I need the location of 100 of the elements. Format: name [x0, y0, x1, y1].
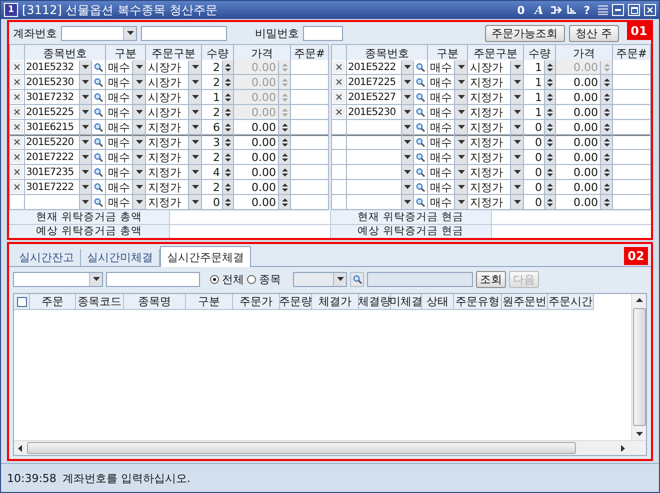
side-field[interactable]: 매수: [106, 195, 132, 209]
spin-button[interactable]: [223, 195, 233, 209]
dropdown-button[interactable]: [80, 105, 91, 119]
dropdown-button[interactable]: [80, 75, 91, 89]
side-field[interactable]: 매수: [428, 150, 454, 164]
spin-button[interactable]: [223, 165, 233, 179]
spin-button[interactable]: [223, 180, 233, 194]
tab[interactable]: 실시간잔고: [13, 249, 81, 266]
order-type-field[interactable]: 시장가: [146, 60, 188, 74]
radio-button[interactable]: [210, 274, 219, 284]
quantity-field[interactable]: 0: [202, 195, 222, 209]
scroll-left-icon[interactable]: [17, 444, 24, 452]
dropdown-button[interactable]: [133, 120, 145, 134]
search-button[interactable]: [414, 75, 427, 89]
menu-icon[interactable]: [598, 5, 608, 15]
quantity-field[interactable]: 3: [202, 135, 222, 149]
quantity-field[interactable]: 4: [202, 165, 222, 179]
side-field[interactable]: 매수: [428, 195, 454, 209]
quantity-field[interactable]: 1: [524, 75, 544, 89]
quantity-field[interactable]: 0: [524, 135, 544, 149]
dropdown-button[interactable]: [511, 135, 523, 149]
side-field[interactable]: 매수: [106, 75, 132, 89]
horizontal-scrollbar[interactable]: [14, 440, 646, 455]
side-field[interactable]: 매수: [106, 150, 132, 164]
side-field[interactable]: 매수: [428, 75, 454, 89]
tab[interactable]: 실시간주문체결: [160, 246, 251, 267]
quantity-field[interactable]: 2: [202, 150, 222, 164]
dropdown-button[interactable]: [80, 60, 91, 74]
spin-button[interactable]: [601, 150, 612, 164]
dropdown-button[interactable]: [511, 105, 523, 119]
side-field[interactable]: 매수: [428, 105, 454, 119]
search-button[interactable]: [92, 165, 105, 179]
dropdown-button[interactable]: [402, 60, 413, 74]
dropdown-button[interactable]: [133, 105, 145, 119]
symbol-field[interactable]: 301E7232: [25, 90, 79, 104]
account-name-field[interactable]: [106, 272, 200, 286]
dropdown-button[interactable]: [402, 180, 413, 194]
spin-button[interactable]: [223, 120, 233, 134]
price-field[interactable]: 0.00: [234, 135, 278, 149]
quantity-field[interactable]: 2: [202, 105, 222, 119]
symbol-field[interactable]: 201E7225: [347, 75, 401, 89]
dropdown-button[interactable]: [133, 165, 145, 179]
quantity-field[interactable]: 0: [524, 180, 544, 194]
link-icon[interactable]: [550, 5, 562, 15]
dropdown-button[interactable]: [402, 195, 413, 209]
spin-button[interactable]: [223, 135, 233, 149]
action-button[interactable]: 주문가능조회: [484, 24, 564, 42]
dropdown-button[interactable]: [189, 75, 201, 89]
symbol-field[interactable]: 201E5230: [25, 75, 79, 89]
toolbar-button[interactable]: 0: [514, 4, 528, 16]
spin-button[interactable]: [223, 150, 233, 164]
dropdown-button[interactable]: [80, 165, 91, 179]
spin-button[interactable]: [545, 120, 555, 134]
maximize-button[interactable]: [628, 4, 640, 16]
spin-button[interactable]: [545, 195, 555, 209]
price-field[interactable]: 0.00: [234, 165, 278, 179]
dropdown-button[interactable]: [133, 75, 145, 89]
quantity-field[interactable]: 0: [524, 165, 544, 179]
order-type-field[interactable]: 지정가: [146, 120, 188, 134]
search-button[interactable]: [92, 75, 105, 89]
order-type-field[interactable]: 지정가: [146, 165, 188, 179]
dropdown-button[interactable]: [189, 150, 201, 164]
order-type-field[interactable]: 지정가: [468, 165, 510, 179]
symbol-field[interactable]: [25, 195, 79, 209]
order-type-field[interactable]: 지정가: [468, 150, 510, 164]
search-button[interactable]: [92, 120, 105, 134]
symbol-field[interactable]: 201E5222: [347, 60, 401, 74]
quantity-field[interactable]: 1: [524, 105, 544, 119]
side-field[interactable]: 매수: [428, 165, 454, 179]
dropdown-button[interactable]: [189, 165, 201, 179]
dropdown-button[interactable]: [455, 180, 467, 194]
dropdown-button[interactable]: [80, 180, 91, 194]
dropdown-button[interactable]: [511, 120, 523, 134]
search-button[interactable]: [350, 272, 364, 286]
dropdown-button[interactable]: [133, 90, 145, 104]
quantity-field[interactable]: 1: [202, 90, 222, 104]
price-field[interactable]: 0.00: [556, 150, 600, 164]
search-button[interactable]: [92, 105, 105, 119]
dropdown-button[interactable]: [133, 60, 145, 74]
dropdown-button[interactable]: [511, 90, 523, 104]
search-button[interactable]: [414, 120, 427, 134]
price-field[interactable]: 0.00: [556, 195, 600, 209]
symbol-field[interactable]: 201E5230: [347, 105, 401, 119]
dropdown-button[interactable]: [402, 75, 413, 89]
dropdown-button[interactable]: [80, 135, 91, 149]
symbol-name-field[interactable]: [367, 272, 473, 286]
spin-button[interactable]: [545, 105, 555, 119]
spin-button[interactable]: [279, 165, 290, 179]
symbol-field[interactable]: 301E6215: [25, 120, 79, 134]
checkbox[interactable]: [16, 296, 26, 306]
search-button[interactable]: [414, 135, 427, 149]
spin-button[interactable]: [279, 135, 290, 149]
side-field[interactable]: 매수: [106, 120, 132, 134]
order-type-field[interactable]: 지정가: [146, 195, 188, 209]
symbol-field[interactable]: [347, 150, 401, 164]
spin-button[interactable]: [601, 165, 612, 179]
dropdown-button[interactable]: [133, 180, 145, 194]
close-button[interactable]: [644, 4, 656, 16]
dropdown-button[interactable]: [80, 90, 91, 104]
symbol-field[interactable]: 301E7222: [25, 180, 79, 194]
